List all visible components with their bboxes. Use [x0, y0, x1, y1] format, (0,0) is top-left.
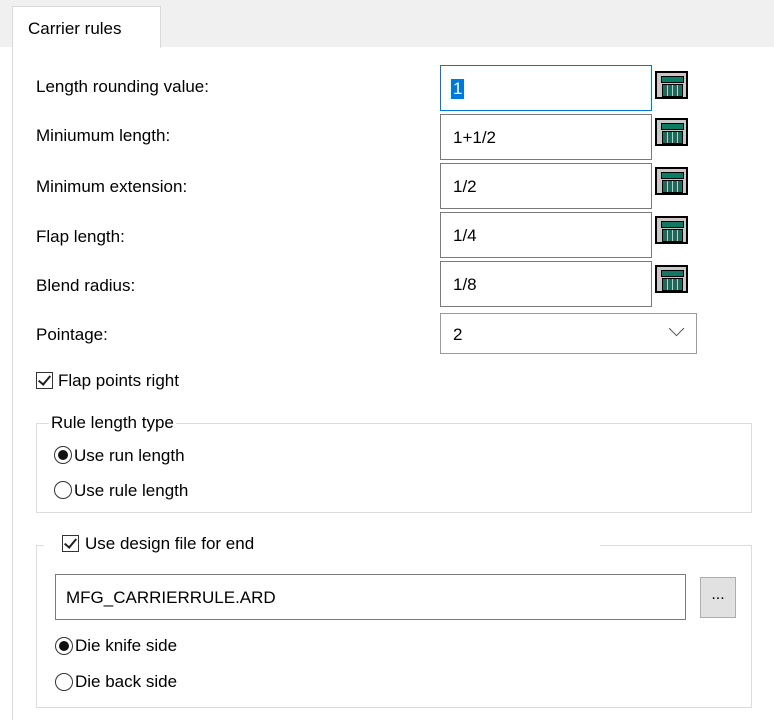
flap-length-label: Flap length: [36, 227, 125, 246]
length-rounding-value: 1 [451, 79, 465, 99]
flap-points-right-checkbox[interactable] [36, 372, 53, 389]
use-rule-length-radio[interactable] [54, 481, 72, 499]
length-rounding-input[interactable]: 1 [440, 65, 652, 111]
blend-radius-value: 1/8 [453, 275, 477, 294]
flap-points-right-label[interactable]: Flap points right [58, 371, 179, 391]
calculator-icon[interactable] [655, 167, 688, 195]
use-design-file-checkbox[interactable] [62, 535, 79, 552]
calculator-icon[interactable] [655, 71, 688, 99]
design-file-value: MFG_CARRIERRULE.ARD [66, 588, 276, 607]
calculator-icon[interactable] [655, 265, 688, 293]
minimum-length-input[interactable]: 1+1/2 [440, 114, 652, 160]
pointage-value: 2 [453, 325, 463, 344]
chevron-down-icon [668, 320, 685, 337]
die-back-side-radio[interactable] [55, 673, 73, 691]
design-file-input[interactable]: MFG_CARRIERRULE.ARD [55, 574, 686, 620]
minimum-length-label: Miniumum length: [36, 126, 171, 145]
calculator-icon[interactable] [655, 118, 688, 146]
die-knife-side-label[interactable]: Die knife side [75, 636, 177, 656]
length-rounding-label: Length rounding value: [36, 77, 209, 96]
minimum-extension-input[interactable]: 1/2 [440, 163, 652, 209]
minimum-extension-label: Minimum extension: [36, 177, 188, 196]
tab-label: Carrier rules [28, 19, 122, 38]
minimum-extension-value: 1/2 [453, 177, 477, 196]
die-back-side-label[interactable]: Die back side [75, 672, 177, 692]
die-knife-side-radio[interactable] [55, 637, 73, 655]
use-run-length-label[interactable]: Use run length [74, 446, 185, 466]
rule-length-type-legend: Rule length type [49, 413, 176, 433]
flap-length-value: 1/4 [453, 226, 477, 245]
use-rule-length-label[interactable]: Use rule length [74, 481, 188, 501]
calculator-icon[interactable] [655, 216, 688, 244]
use-design-file-label[interactable]: Use design file for end [85, 534, 254, 554]
browse-button[interactable]: ... [700, 577, 736, 618]
pointage-select[interactable]: 2 [440, 313, 697, 354]
use-run-length-radio[interactable] [54, 446, 72, 464]
blend-radius-input[interactable]: 1/8 [440, 261, 652, 307]
minimum-length-value: 1+1/2 [453, 128, 497, 147]
flap-length-input[interactable]: 1/4 [440, 212, 652, 258]
tab-carrier-rules[interactable]: Carrier rules [12, 6, 161, 48]
pointage-label: Pointage: [36, 325, 108, 344]
blend-radius-label: Blend radius: [36, 276, 136, 295]
